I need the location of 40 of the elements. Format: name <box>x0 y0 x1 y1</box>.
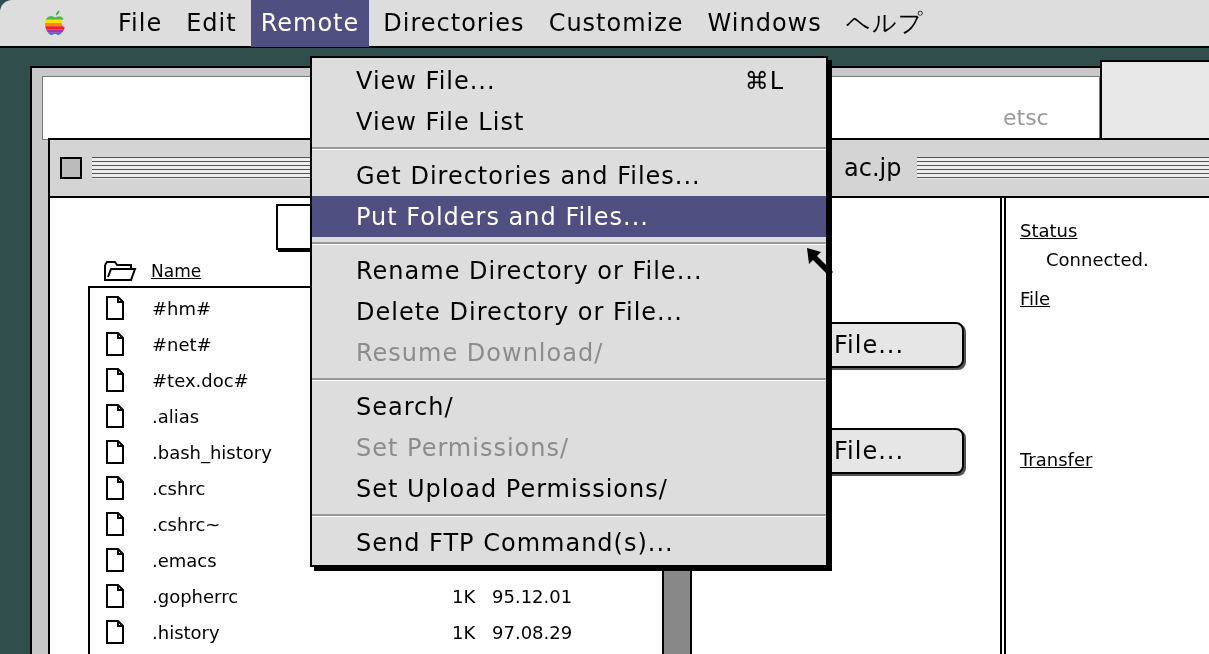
file-label: File <box>1020 288 1051 309</box>
column-header[interactable]: Name <box>151 261 202 281</box>
menu-bar-item[interactable]: Windows <box>697 0 832 47</box>
document-icon <box>106 620 124 644</box>
file-size: 1K <box>452 621 477 643</box>
menu-item[interactable]: View File... ⌘L <box>312 60 826 101</box>
document-icon <box>106 368 124 392</box>
menu-item[interactable]: Search/ <box>312 386 826 427</box>
apple-logo-icon[interactable] <box>44 10 66 36</box>
menu-bar-item[interactable]: ヘルプ <box>835 0 934 47</box>
document-icon <box>106 584 124 608</box>
file-name[interactable]: .history <box>152 621 452 643</box>
document-icon <box>106 512 124 536</box>
window-title: etsc <box>1003 105 1049 130</box>
menu-bar-item[interactable]: Directories <box>373 0 535 47</box>
file-size: 1K <box>452 585 477 607</box>
menu-item[interactable]: Put Folders and Files... <box>312 196 826 237</box>
menu-item[interactable]: Send FTP Command(s)... <box>312 522 826 563</box>
document-icon <box>106 476 124 500</box>
menu-item[interactable]: Rename Directory or File... <box>312 250 826 291</box>
document-icon <box>106 548 124 572</box>
status-text: Connected. <box>1046 249 1149 270</box>
close-box[interactable] <box>60 157 82 179</box>
menu-bar-item[interactable]: Edit <box>176 0 247 47</box>
menu-item[interactable]: Get Directories and Files... <box>312 155 826 196</box>
transfer-label: Transfer <box>1020 449 1093 470</box>
file-date: 97.08.29 <box>492 621 573 643</box>
window-title: ac.jp <box>843 154 903 182</box>
menu-bar-item[interactable]: Customize <box>538 0 694 47</box>
document-icon <box>106 440 124 464</box>
folder-icon <box>103 260 137 282</box>
menu-bar-item[interactable]: File <box>108 0 173 47</box>
status-label: Status <box>1020 220 1078 241</box>
menu-bar-item[interactable]: Remote <box>250 0 370 47</box>
file-name[interactable]: .gopherrc <box>152 585 452 607</box>
menu-item[interactable]: View File List <box>312 101 826 142</box>
document-icon <box>106 332 124 356</box>
document-icon <box>106 404 124 428</box>
file-date: 95.12.01 <box>492 585 573 607</box>
document-icon <box>106 296 124 320</box>
